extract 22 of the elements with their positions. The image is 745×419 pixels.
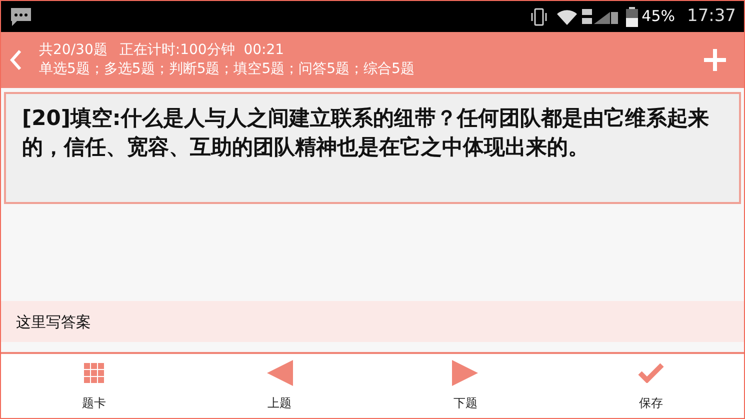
vibrate-icon [530, 8, 548, 26]
toolbar-button[interactable]: 保存 [558, 354, 744, 418]
checkmark-icon [638, 363, 664, 383]
back-icon [10, 49, 22, 71]
grid-icon [84, 363, 104, 383]
message-icon [9, 6, 33, 26]
timer-text: 正在计时:100分钟 00:21 [119, 41, 284, 60]
question-text: [20]填空:什么是人与人之间建立联系的纽带？任何团队都是由它维系起来的，信任、宽容、互助的团队精神也是在它之中体现出来的。 [22, 105, 710, 161]
toolbar-button[interactable]: 上题 [186, 354, 372, 418]
battery-icon [626, 6, 638, 26]
signal-icon [582, 8, 618, 26]
right-triangle-icon [452, 360, 478, 386]
wifi-icon [556, 8, 578, 24]
left-triangle-icon [266, 360, 293, 386]
battery-percent: 45% [642, 6, 675, 28]
clock: 17:37 [687, 4, 736, 28]
question-summary: 单选5题；多选5题；判断5题；填空5题；问答5题；综合5题 [39, 60, 414, 79]
toolbar-button[interactable]: 下题 [372, 354, 558, 418]
plus-icon [703, 48, 727, 72]
progress-text: 共20/30题 [39, 41, 108, 60]
toolbar-button[interactable]: 题卡 [1, 354, 187, 418]
answer-field[interactable]: 这里写答案 [1, 301, 744, 342]
